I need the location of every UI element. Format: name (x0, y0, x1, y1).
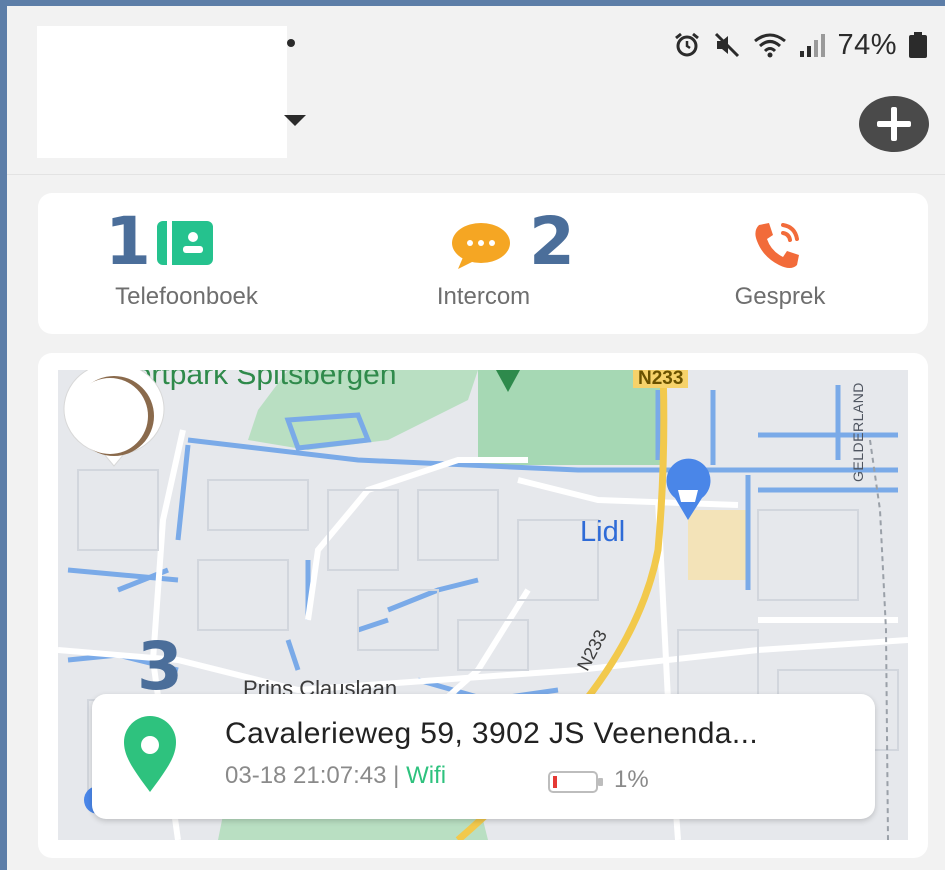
map-label-lidl[interactable]: Lidl (580, 516, 625, 549)
status-icons: 74% (673, 28, 927, 62)
contact-card-icon (157, 221, 213, 265)
step-marker-2: 2 (529, 203, 575, 280)
chevron-down-icon[interactable] (284, 115, 306, 126)
location-timestamp: 03-18 21:07:43 (225, 762, 387, 789)
map-label-gelderland: GELDERLAND (850, 382, 866, 482)
action-telefoonboek[interactable]: Telefoonboek (38, 193, 335, 334)
action-intercom[interactable]: Intercom (335, 193, 632, 334)
add-button[interactable] (859, 96, 929, 152)
plus-icon (877, 107, 911, 141)
location-address: Cavalerieweg 59, 3902 JS Veenenda... (225, 717, 759, 750)
status-bar: 74% (7, 6, 945, 176)
step-marker-3: 3 (137, 628, 183, 705)
step-marker-1: 1 (105, 203, 151, 280)
app-screen: 74% Telefoonboek 1 Intercom 2 Gesprek Sp… (7, 6, 945, 870)
mute-icon (715, 32, 740, 58)
action-label: Gesprek (734, 283, 826, 310)
notification-dot (287, 39, 295, 47)
battery-icon (909, 32, 927, 58)
location-info-card[interactable]: Cavalerieweg 59, 3902 JS Veenenda... 03-… (92, 694, 875, 819)
quick-actions-card: Telefoonboek 1 Intercom 2 Gesprek (38, 193, 928, 334)
device-battery-percent: 1% (614, 766, 649, 793)
signal-icon (800, 34, 826, 57)
action-label: Intercom (436, 283, 531, 310)
header-divider (7, 174, 945, 175)
map-label-n233: N233 (633, 370, 689, 388)
low-battery-icon (548, 771, 603, 793)
location-pin-icon (124, 716, 176, 792)
redacted-account-name (37, 26, 287, 158)
wifi-icon (754, 33, 787, 58)
chat-bubble-icon (452, 223, 510, 269)
connection-type: Wifi (406, 762, 447, 789)
alarm-icon (675, 32, 700, 57)
battery-percent: 74% (837, 28, 897, 61)
location-meta: 03-18 21:07:43 | Wifi (225, 762, 446, 790)
action-gesprek[interactable]: Gesprek (632, 193, 928, 334)
phone-call-icon (755, 223, 799, 268)
action-label: Telefoonboek (115, 283, 258, 310)
device-location-pin[interactable] (58, 370, 170, 472)
meta-separator: | (393, 762, 400, 789)
